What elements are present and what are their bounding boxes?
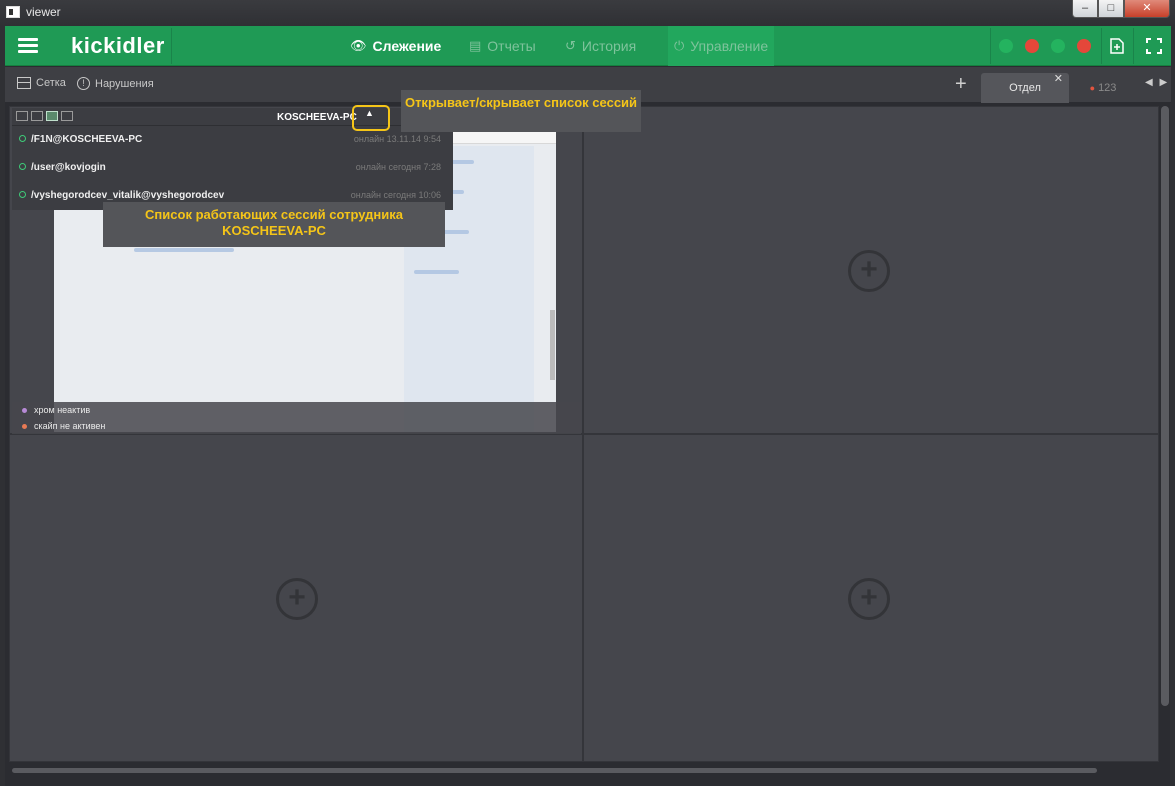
online-status-icon [19, 163, 26, 170]
header-divider [1101, 28, 1102, 64]
logo: kickidler [71, 33, 165, 58]
alert-icon: ! [77, 77, 90, 90]
session-time: онлайн сегодня 10:06 [350, 190, 441, 200]
tab-alert-dot: ● [1089, 83, 1095, 93]
app-status-dot [22, 423, 27, 429]
fullscreen-icon[interactable] [1145, 37, 1163, 55]
nav-history-label: История [581, 38, 637, 54]
header-divider [171, 28, 172, 64]
maximize-button[interactable]: □ [1098, 0, 1124, 18]
online-status-icon [19, 191, 26, 198]
nav-reports-label: Отчеты [487, 38, 536, 54]
nav-tracking-label: Слежение [372, 38, 442, 54]
computer-name: KOSCHEEVA-PC [277, 112, 357, 123]
sessions-list: /F1N@KOSCHEEVA-PC онлайн 13.11.14 9:54 /… [12, 126, 453, 210]
nav-control-label: Управление [690, 38, 769, 54]
add-window-icon[interactable] [1108, 37, 1126, 55]
window-frame-right [1170, 26, 1175, 786]
session-name: /vyshegorodcev_vitalik@vyshegorodcev [31, 190, 225, 201]
tab-scroll-arrows[interactable]: ◀ ▶ [1145, 77, 1169, 88]
monitor-icon[interactable] [61, 111, 73, 121]
violations-label: Нарушения [95, 77, 154, 90]
apps-list: хром неактив скайп не активен [12, 402, 581, 434]
app-status-dot [22, 407, 27, 413]
app-item[interactable]: хром неактив [22, 405, 90, 415]
close-button[interactable]: ✕ [1124, 0, 1170, 18]
session-time: онлайн 13.11.14 9:54 [353, 134, 441, 144]
window-titlebar: viewer – □ ✕ [0, 0, 1175, 26]
app-label: скайп не активен [34, 421, 106, 431]
add-monitor-icon[interactable]: + [848, 250, 890, 292]
status-indicator [999, 39, 1013, 53]
grid-button[interactable]: Сетка [17, 77, 66, 89]
grid-cell[interactable]: + [583, 434, 1159, 762]
session-item[interactable]: /user@kovjogin онлайн сегодня 7:28 [12, 154, 453, 182]
app-icon [6, 6, 20, 18]
tab-department[interactable]: Отдел ✕ [981, 73, 1069, 103]
horizontal-scrollbar[interactable] [12, 768, 1097, 773]
toggle-highlight [352, 105, 390, 131]
add-tab-button[interactable]: + [955, 73, 967, 96]
view-mode-icons [16, 111, 73, 121]
violations-button[interactable]: ! Нарушения [77, 77, 154, 90]
vertical-scrollbar[interactable] [1161, 106, 1169, 706]
session-name: /user@kovjogin [31, 162, 106, 173]
grid-cell[interactable]: + [583, 106, 1159, 434]
sessions-callout: Список работающих сессий сотрудника KOSC… [103, 202, 445, 247]
grid-cell[interactable]: + [9, 434, 583, 762]
status-indicator [1051, 39, 1065, 53]
close-tab-icon[interactable]: ✕ [1054, 64, 1063, 94]
tab-123-label: 123 [1098, 82, 1117, 94]
session-name: /F1N@KOSCHEEVA-PC [31, 134, 143, 145]
blurred-content [134, 248, 234, 252]
nav-reports[interactable]: ▤ Отчеты [469, 38, 536, 54]
nav-control[interactable]: ⏻ Управление [668, 26, 775, 66]
grid-icon [17, 77, 31, 89]
monitor-active-icon[interactable] [46, 111, 58, 121]
online-status-icon [19, 135, 26, 142]
status-indicator [1077, 39, 1091, 53]
app-label: хром неактив [34, 405, 91, 415]
menu-icon[interactable] [18, 38, 38, 54]
app-header: kickidler 👁 Слежение ▤ Отчеты ↺ История … [5, 26, 1171, 66]
add-monitor-icon[interactable]: + [848, 578, 890, 620]
power-icon: ⏻ [674, 38, 685, 53]
app-item[interactable]: скайп не активен [22, 421, 105, 431]
header-divider [1133, 28, 1134, 64]
grid-label: Сетка [36, 77, 66, 89]
toggle-callout: Открывает/скрывает список сессий [401, 90, 641, 132]
window-frame-left [0, 26, 5, 786]
session-time: онлайн сегодня 7:28 [355, 162, 441, 172]
eye-icon: 👁 [350, 38, 367, 53]
history-icon: ↺ [565, 38, 576, 53]
monitor-icon[interactable] [31, 111, 43, 121]
add-monitor-icon[interactable]: + [276, 578, 318, 620]
document-icon: ▤ [469, 38, 482, 53]
minimize-button[interactable]: – [1072, 0, 1098, 18]
tab-department-label: Отдел [1009, 82, 1041, 94]
nav-history[interactable]: ↺ История [565, 38, 636, 54]
monitor-icon[interactable] [16, 111, 28, 121]
header-divider [990, 28, 991, 64]
blurred-content [414, 270, 459, 274]
thumbnail-scrollbar [550, 310, 555, 380]
tab-123[interactable]: ● 123 [1073, 73, 1133, 103]
nav-tracking[interactable]: 👁 Слежение [350, 38, 441, 54]
status-indicator [1025, 39, 1039, 53]
window-title: viewer [26, 5, 61, 19]
